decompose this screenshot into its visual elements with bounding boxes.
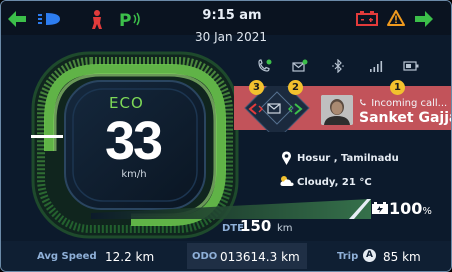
battery-percent: 100% [389,199,432,218]
trip-letter-badge[interactable]: A [363,249,376,262]
dashboard-screen: P 9:15 am 30 Jan 2021 ECO 33 km/h 3 2 1 … [0,0,452,272]
dte-unit: km [277,223,293,234]
badge-2: 2 [288,80,303,95]
dte-value: 150 [240,217,272,235]
message-reply-icon[interactable] [267,103,281,115]
headlight-icon [38,13,60,25]
ride-mode-label: ECO [109,94,144,112]
clock-date: 30 Jan 2021 [195,30,267,44]
hazard-warning-icon [387,10,405,26]
call-status: Incoming call... [359,98,447,109]
call-status-text: Incoming call... [371,98,448,109]
trip-label: Trip [337,251,359,262]
call-status-phone-icon [360,99,366,106]
bluetooth-icon [332,59,344,73]
signal-icon [370,61,383,72]
battery-range-bar [91,199,371,219]
speed-unit: km/h [121,169,147,180]
parking-letter: P [119,11,131,29]
battery-percent-sign: % [422,206,432,217]
clock-time: 9:15 am [202,8,262,23]
battery-warning-icon [356,11,378,26]
speed-value: 33 [104,111,163,171]
badge-3: 3 [249,80,264,95]
avg-speed-label: Avg Speed [37,251,97,262]
cloudy-weather-icon [280,176,294,186]
battery-small-icon [403,61,419,71]
location-pin-icon [282,151,291,165]
left-turn-arrow-icon [8,11,26,27]
parking-icon: P [119,11,140,29]
accept-call-icon[interactable] [288,102,304,116]
battery-charge-icon [372,202,388,214]
badge-1: 1 [390,80,405,95]
caller-avatar [321,95,353,125]
caller-photo-icon [321,95,353,125]
odo-value: 013614.3 km [220,250,300,264]
weather-text: Cloudy, 21 °C [297,177,372,188]
caller-name: Sanket Gajjar [359,110,451,126]
avg-speed-value: 12.2 km [105,250,155,264]
right-turn-arrow-icon [415,11,433,27]
reject-call-icon[interactable] [247,102,263,116]
trip-letter: A [366,250,373,260]
message-icon [292,59,308,72]
location-text: Hosur , Tamilnadu [297,153,399,164]
phone-connected-icon [258,59,272,72]
battery-percent-value: 100 [389,199,423,218]
odo-label: ODO [192,251,218,262]
trip-value: 85 km [383,250,421,264]
side-stand-warning-icon [92,10,102,29]
